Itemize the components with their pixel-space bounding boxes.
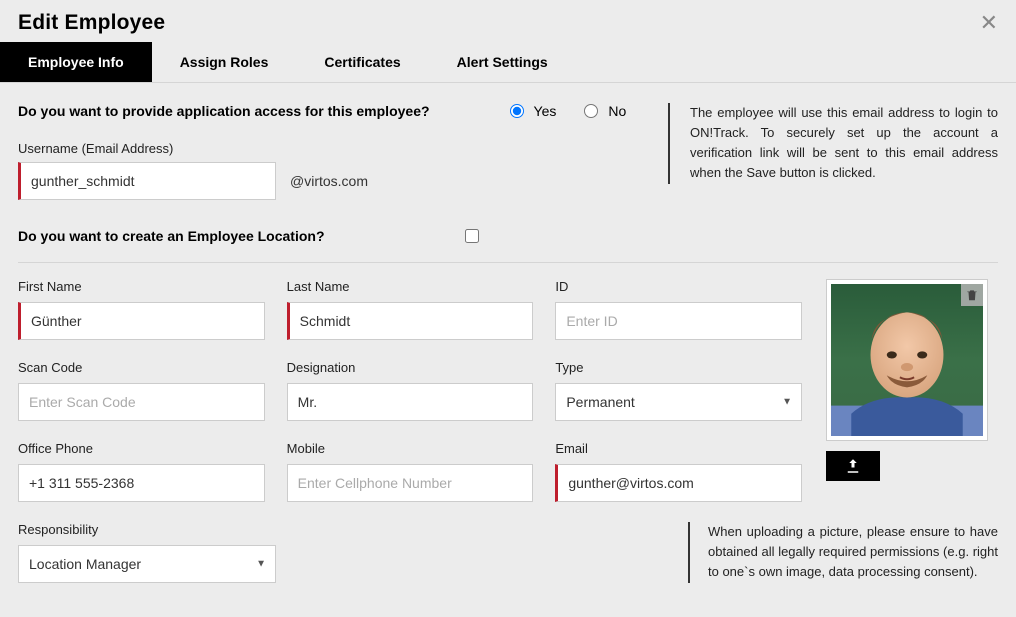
- form-grid: First Name Last Name ID Scan Code Design…: [18, 279, 802, 502]
- upload-hint: When uploading a picture, please ensure …: [688, 522, 998, 583]
- field-email: Email: [555, 441, 802, 502]
- tab-content: Do you want to provide application acces…: [0, 83, 1016, 593]
- upload-photo-button[interactable]: [826, 451, 880, 481]
- avatar-image: [831, 284, 983, 436]
- trash-icon: [965, 288, 979, 302]
- divider: [18, 262, 998, 263]
- username-input[interactable]: [18, 162, 276, 200]
- field-mobile: Mobile: [287, 441, 534, 502]
- field-first-name: First Name: [18, 279, 265, 340]
- tabs: Employee Info Assign Roles Certificates …: [0, 42, 1016, 83]
- first-name-input[interactable]: [18, 302, 265, 340]
- type-select[interactable]: Permanent: [555, 383, 802, 421]
- tab-certificates[interactable]: Certificates: [296, 42, 428, 82]
- employee-photo: [826, 279, 988, 441]
- mobile-input[interactable]: [287, 464, 534, 502]
- tab-alert-settings[interactable]: Alert Settings: [429, 42, 576, 82]
- scan-code-input[interactable]: [18, 383, 265, 421]
- location-question: Do you want to create an Employee Locati…: [18, 228, 325, 244]
- access-row: Do you want to provide application acces…: [18, 103, 998, 200]
- email-hint: The employee will use this email address…: [668, 103, 998, 184]
- bottom-row: Responsibility Location Manager ▼ When u…: [18, 522, 998, 583]
- id-input[interactable]: [555, 302, 802, 340]
- photo-column: [826, 279, 998, 502]
- form-region: First Name Last Name ID Scan Code Design…: [18, 279, 998, 502]
- access-radio-no-input[interactable]: [584, 104, 598, 118]
- designation-input[interactable]: [287, 383, 534, 421]
- access-question: Do you want to provide application acces…: [18, 103, 430, 119]
- tab-assign-roles[interactable]: Assign Roles: [152, 42, 297, 82]
- field-scan-code: Scan Code: [18, 360, 265, 421]
- field-type: Type Permanent ▼: [555, 360, 802, 421]
- field-last-name: Last Name: [287, 279, 534, 340]
- edit-employee-modal: Edit Employee ✕ Employee Info Assign Rol…: [0, 0, 1016, 617]
- access-radio-yes[interactable]: Yes: [510, 103, 557, 119]
- access-radio-group: Yes No: [510, 103, 627, 119]
- username-block: Username (Email Address) @virtos.com: [18, 141, 668, 200]
- location-checkbox[interactable]: [465, 229, 479, 243]
- email-input[interactable]: [555, 464, 802, 502]
- modal-title: Edit Employee: [18, 11, 165, 35]
- close-button[interactable]: ✕: [980, 10, 998, 36]
- delete-photo-button[interactable]: [961, 284, 983, 306]
- upload-icon: [844, 457, 862, 475]
- field-office-phone: Office Phone: [18, 441, 265, 502]
- location-question-row: Do you want to create an Employee Locati…: [18, 228, 998, 244]
- responsibility-select[interactable]: Location Manager: [18, 545, 276, 583]
- field-designation: Designation: [287, 360, 534, 421]
- username-label: Username (Email Address): [18, 141, 668, 156]
- access-radio-yes-input[interactable]: [510, 104, 524, 118]
- office-phone-input[interactable]: [18, 464, 265, 502]
- username-suffix: @virtos.com: [290, 173, 368, 189]
- tab-employee-info[interactable]: Employee Info: [0, 42, 152, 82]
- field-responsibility: Responsibility Location Manager ▼: [18, 522, 276, 583]
- access-radio-no[interactable]: No: [584, 103, 626, 119]
- last-name-input[interactable]: [287, 302, 534, 340]
- field-id: ID: [555, 279, 802, 340]
- modal-header: Edit Employee ✕: [0, 0, 1016, 42]
